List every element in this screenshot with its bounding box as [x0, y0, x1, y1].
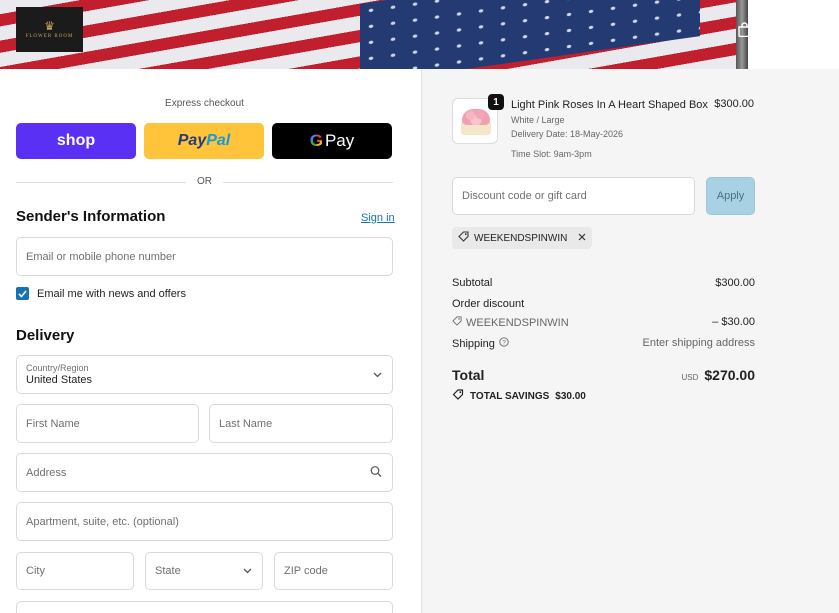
first-name-placeholder: First Name	[26, 417, 80, 430]
google-pay-button[interactable]: G Pay	[272, 123, 392, 159]
subtotal-value: $300.00	[715, 277, 755, 289]
discount-code-row: WEEKENDSPINWIN – $30.00	[452, 316, 755, 329]
product-time-slot: Time Slot: 9am-3pm	[511, 149, 592, 159]
subtotal-label: Subtotal	[452, 277, 493, 289]
zip-placeholder: ZIP code	[284, 565, 328, 577]
order-discount-row: Order discount	[452, 298, 755, 310]
shop-pay-button[interactable]: shop	[16, 123, 136, 159]
google-g-icon: G	[309, 131, 323, 150]
product-delivery-date: Delivery Date: 18-May-2026	[511, 129, 624, 139]
discount-value: – $30.00	[712, 316, 755, 328]
country-label: Country/Region	[26, 362, 89, 373]
tag-icon	[458, 231, 469, 245]
total-savings: TOTAL SAVINGS $30.00	[452, 389, 586, 403]
apartment-placeholder: Apartment, suite, etc. (optional)	[26, 515, 179, 528]
checkout-form: Express checkout shop Pay Pal G Pay OR Sen…	[0, 69, 421, 613]
city-placeholder: City	[26, 565, 45, 577]
quantity-badge: 1	[488, 94, 504, 110]
remove-code-icon[interactable]	[578, 233, 586, 244]
total-value: $270.00	[704, 367, 755, 383]
discount-code-input[interactable]: Discount code or gift card	[452, 177, 695, 215]
paypal-button[interactable]: Pay Pal	[144, 123, 264, 159]
applied-code: WEEKENDSPINWIN	[474, 232, 568, 244]
header-banner	[0, 0, 839, 69]
help-icon[interactable]: ?	[499, 337, 509, 350]
savings-value: $30.00	[555, 390, 586, 402]
discount-placeholder: Discount code or gift card	[462, 190, 587, 202]
address-field[interactable]: Address	[16, 453, 393, 492]
country-select[interactable]: Country/Region United States	[16, 355, 393, 394]
newsletter-checkbox[interactable]	[16, 287, 29, 300]
chevron-down-icon	[373, 369, 382, 381]
flag-canton	[360, 0, 700, 69]
discount-code-label: WEEKENDSPINWIN	[466, 316, 569, 329]
shipping-value: Enter shipping address	[642, 337, 755, 349]
newsletter-option[interactable]: Email me with news and offers	[16, 287, 186, 300]
order-summary: Light Pink Roses In A Heart Shaped Box W…	[421, 69, 839, 613]
apply-discount-button[interactable]: Apply	[706, 177, 755, 215]
email-placeholder: Email or mobile phone number	[26, 250, 176, 263]
subtotal-row: Subtotal $300.00	[452, 277, 755, 289]
order-discount-label: Order discount	[452, 298, 525, 310]
zip-field[interactable]: ZIP code	[274, 552, 393, 590]
logo-text: FLOWER ROOM	[25, 34, 74, 39]
last-name-placeholder: Last Name	[219, 417, 273, 430]
currency-code: USD	[681, 373, 699, 382]
svg-text:?: ?	[502, 339, 506, 346]
first-name-field[interactable]: First Name	[16, 404, 199, 443]
state-select[interactable]: State	[145, 552, 263, 590]
paypal-label-pal: Pal	[206, 132, 231, 149]
tag-icon	[452, 316, 462, 329]
email-field[interactable]: Email or mobile phone number	[16, 237, 393, 276]
sign-in-link[interactable]: Sign in	[361, 212, 395, 224]
state-placeholder: State	[155, 565, 181, 577]
last-name-field[interactable]: Last Name	[209, 404, 393, 443]
store-logo[interactable]: ♛ FLOWER ROOM	[16, 7, 83, 52]
shopping-bag-icon[interactable]	[736, 21, 752, 38]
shipping-row: Shipping ? Enter shipping address	[452, 337, 755, 350]
savings-label: TOTAL SAVINGS	[470, 390, 550, 402]
address-placeholder: Address	[26, 466, 67, 479]
total-label: Total	[452, 367, 485, 383]
chevron-down-icon	[243, 565, 252, 577]
search-icon	[370, 465, 382, 480]
product-variant: White / Large	[511, 115, 565, 125]
paypal-label-pay: Pay	[177, 132, 207, 149]
newsletter-label: Email me with news and offers	[37, 287, 186, 300]
tag-icon	[452, 389, 464, 403]
sender-info-title: Sender's Information	[16, 208, 166, 225]
express-checkout-label: Express checkout	[165, 98, 244, 109]
shipping-label: Shipping	[452, 337, 495, 350]
shop-pay-label: shop	[56, 132, 96, 149]
google-pay-label: Pay	[324, 131, 355, 150]
or-divider: OR	[16, 175, 393, 189]
phone-field[interactable]	[16, 601, 393, 613]
check-icon	[18, 289, 27, 298]
applied-discount-chip: WEEKENDSPINWIN	[452, 227, 593, 249]
city-field[interactable]: City	[16, 552, 134, 590]
country-value: United States	[26, 373, 93, 386]
product-name: Light Pink Roses In A Heart Shaped Box	[511, 99, 708, 111]
apartment-field[interactable]: Apartment, suite, etc. (optional)	[16, 502, 393, 541]
delivery-title: Delivery	[16, 327, 75, 344]
total-row: Total USD $270.00	[452, 367, 755, 385]
crown-icon: ♛	[44, 19, 55, 33]
product-price: $300.00	[714, 98, 754, 110]
